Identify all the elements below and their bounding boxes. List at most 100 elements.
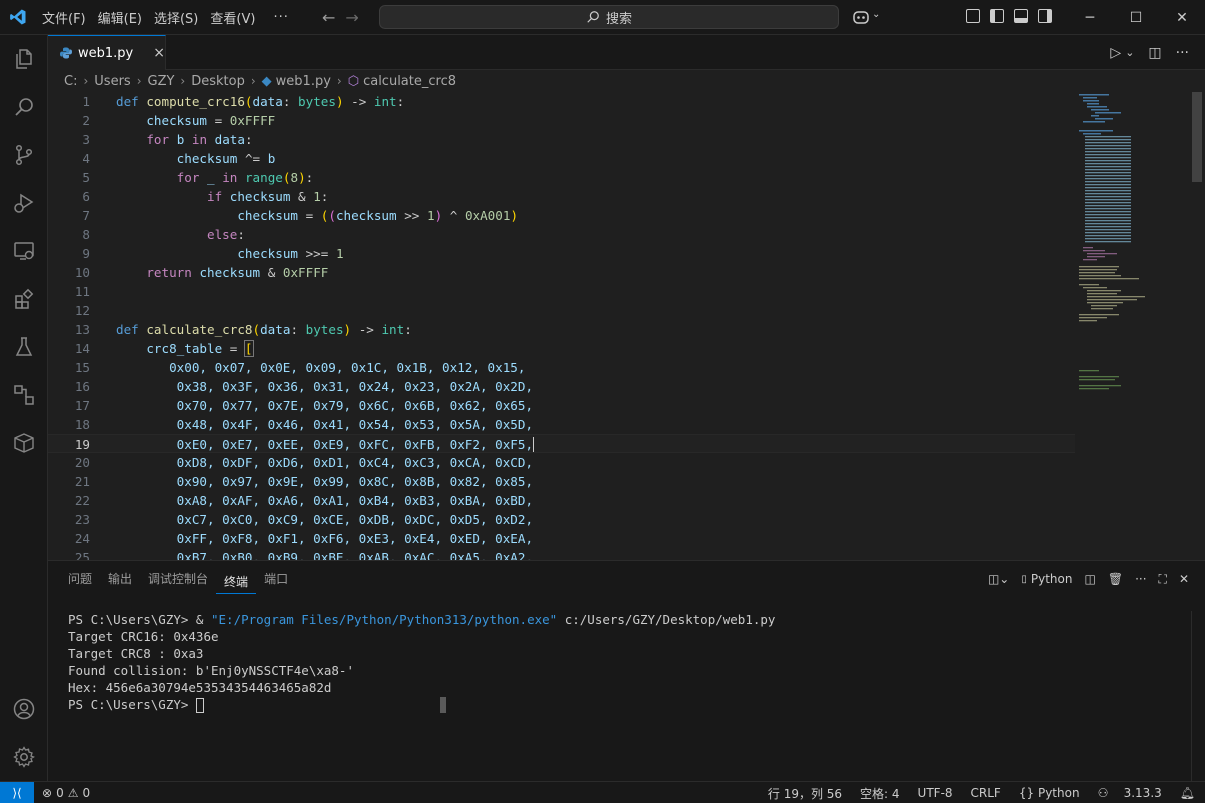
- terminal-line: Hex: 456e6a30794e53534354463465a82d: [68, 680, 332, 695]
- menu-view[interactable]: 查看(V): [204, 8, 261, 27]
- trash-icon[interactable]: 🗑: [1108, 572, 1123, 586]
- tab-terminal[interactable]: 终端: [216, 564, 257, 594]
- code-token: 8: [290, 170, 299, 185]
- back-arrow-icon[interactable]: ←: [322, 8, 335, 27]
- search-icon: [587, 11, 599, 23]
- menu-file[interactable]: 文件(F): [36, 8, 92, 27]
- terminal-line: Target CRC16: 0x436e: [68, 629, 219, 644]
- code-line: 5 for _ in range(8):: [48, 168, 1075, 187]
- code-token: in: [191, 132, 208, 147]
- indentation[interactable]: 空格: 4: [860, 785, 900, 802]
- code-token: 0x90, 0x97, 0x9E, 0x99, 0x8C, 0x8B, 0x82…: [176, 474, 534, 489]
- cursor-position[interactable]: 行 19，列 56: [768, 785, 842, 802]
- close-window-icon[interactable]: ✕: [1159, 0, 1205, 35]
- language-mode[interactable]: {} Python: [1019, 786, 1080, 800]
- code-line: 1 def compute_crc16(data: bytes) -> int:: [48, 92, 1075, 111]
- line-number: 7: [82, 208, 90, 223]
- python-interpreter[interactable]: ⚇ 3.13.3: [1098, 786, 1162, 800]
- code-token: checksum: [146, 113, 208, 128]
- tab-label: web1.py: [78, 45, 134, 61]
- terminal-scrollbar[interactable]: [1191, 611, 1205, 782]
- testing-icon[interactable]: [0, 323, 48, 371]
- package-icon[interactable]: [0, 419, 48, 467]
- forward-arrow-icon[interactable]: →: [345, 8, 358, 27]
- code-token: 0xFF, 0xF8, 0xF1, 0xF6, 0xE3, 0xE4, 0xED…: [176, 531, 534, 546]
- tab-output[interactable]: 输出: [100, 561, 140, 597]
- menu-edit[interactable]: 编辑(E): [92, 8, 148, 27]
- status-right: 行 19，列 56 空格: 4 UTF-8 CRLF {} Python ⚇ 3…: [768, 782, 1195, 803]
- code-line: 12: [48, 301, 1075, 320]
- code-editor[interactable]: 1 def compute_crc16(data: bytes) -> int: …: [48, 92, 1075, 560]
- editor-scrollbar[interactable]: [1190, 92, 1204, 560]
- terminal-shell-selector[interactable]: ▯ Python: [1021, 572, 1072, 586]
- scrollbar-thumb[interactable]: [1192, 92, 1202, 182]
- graph-icon[interactable]: [0, 371, 48, 419]
- close-panel-icon[interactable]: ✕: [1179, 572, 1189, 586]
- source-control-icon[interactable]: [0, 131, 48, 179]
- more-actions-icon[interactable]: ···: [1135, 572, 1146, 586]
- extensions-icon[interactable]: [0, 275, 48, 323]
- code-line: 4 checksum ^= b: [48, 149, 1075, 168]
- breadcrumb-users[interactable]: Users: [94, 74, 130, 89]
- breadcrumb-symbol[interactable]: calculate_crc8: [363, 74, 456, 89]
- vscode-logo-icon: [10, 9, 26, 25]
- terminal-output[interactable]: PS C:\Users\GZY> & "E:/Program Files/Pyt…: [68, 611, 775, 713]
- menu-more[interactable]: ···: [261, 10, 300, 25]
- maximize-icon[interactable]: ☐: [1113, 0, 1159, 35]
- code-token: range: [244, 170, 283, 185]
- remote-explorer-icon[interactable]: [0, 227, 48, 275]
- tab-web1-py[interactable]: web1.py ×: [48, 35, 166, 70]
- split-editor-icon[interactable]: ◫: [1148, 45, 1161, 61]
- breadcrumb-desktop[interactable]: Desktop: [191, 74, 245, 89]
- breadcrumb-gzy[interactable]: GZY: [148, 74, 175, 89]
- close-tab-icon[interactable]: ×: [153, 45, 165, 61]
- chevron-right-icon: ›: [136, 74, 142, 88]
- explorer-icon[interactable]: [0, 35, 48, 83]
- code-token: data: [214, 132, 245, 147]
- symbol-method-icon: ⬡: [347, 73, 360, 89]
- run-debug-icon[interactable]: [0, 179, 48, 227]
- copilot-button[interactable]: ⌄: [852, 9, 882, 27]
- tab-debug-console[interactable]: 调试控制台: [140, 561, 216, 597]
- remote-indicator-icon[interactable]: ⟩⟨: [0, 782, 34, 803]
- breadcrumb-file[interactable]: web1.py: [276, 74, 331, 89]
- code-line: 21 0x90, 0x97, 0x9E, 0x99, 0x8C, 0x8B, 0…: [48, 472, 1075, 491]
- problems-indicator[interactable]: ⊗ 0 ⚠ 0: [42, 782, 90, 803]
- customize-layout-icon[interactable]: [966, 9, 980, 23]
- more-actions-icon[interactable]: ···: [1176, 45, 1189, 61]
- toggle-primary-sidebar-icon[interactable]: [990, 9, 1004, 23]
- notifications-bell-icon[interactable]: 🔔︎: [1180, 786, 1195, 800]
- code-line-current: 19 0xE0, 0xE7, 0xEE, 0xE9, 0xFC, 0xFB, 0…: [48, 434, 1075, 453]
- code-token: for: [146, 132, 170, 147]
- breadcrumb: C: › Users › GZY › Desktop › ◆ web1.py › ⬡ ca…: [48, 70, 1205, 92]
- code-token: for: [176, 170, 200, 185]
- bottom-panel: 问题 输出 调试控制台 终端 端口 ◫⌄ ▯ Python ◫ 🗑 ··· ⛶ …: [48, 560, 1205, 782]
- search-icon[interactable]: [0, 83, 48, 131]
- encoding[interactable]: UTF-8: [918, 786, 953, 800]
- maximize-panel-icon[interactable]: ⛶: [1159, 572, 1167, 587]
- terminal-line: Target CRC8 : 0xa3: [68, 646, 204, 661]
- run-python-file-icon[interactable]: ▷: [1110, 45, 1121, 61]
- code-line: 9 checksum >>= 1: [48, 244, 1075, 263]
- toggle-panel-icon[interactable]: [1014, 9, 1028, 23]
- line-number: 11: [74, 284, 90, 299]
- minimize-icon[interactable]: ─: [1067, 0, 1113, 35]
- command-center-search[interactable]: 搜索: [379, 5, 839, 29]
- tab-ports[interactable]: 端口: [256, 561, 296, 597]
- minimap[interactable]: [1075, 92, 1190, 560]
- chevron-down-icon[interactable]: ⌄: [1125, 46, 1134, 59]
- code-token: int: [381, 322, 405, 337]
- settings-icon[interactable]: [0, 733, 48, 781]
- code-token: bytes: [298, 94, 336, 109]
- code-line: 23 0xC7, 0xC0, 0xC9, 0xCE, 0xDB, 0xDC, 0…: [48, 510, 1075, 529]
- split-terminal-icon[interactable]: ◫: [1085, 572, 1096, 586]
- account-icon[interactable]: [0, 685, 48, 733]
- editor-tabs: web1.py × ▷ ⌄ ◫ ···: [48, 35, 1205, 70]
- menu-selection[interactable]: 选择(S): [148, 8, 204, 27]
- new-terminal-split-icon[interactable]: ◫⌄: [988, 572, 1009, 586]
- tab-problems[interactable]: 问题: [60, 561, 100, 597]
- toggle-secondary-sidebar-icon[interactable]: [1038, 9, 1052, 23]
- code-token: checksum: [176, 151, 238, 166]
- breadcrumb-drive[interactable]: C:: [64, 74, 77, 89]
- end-of-line[interactable]: CRLF: [971, 786, 1001, 800]
